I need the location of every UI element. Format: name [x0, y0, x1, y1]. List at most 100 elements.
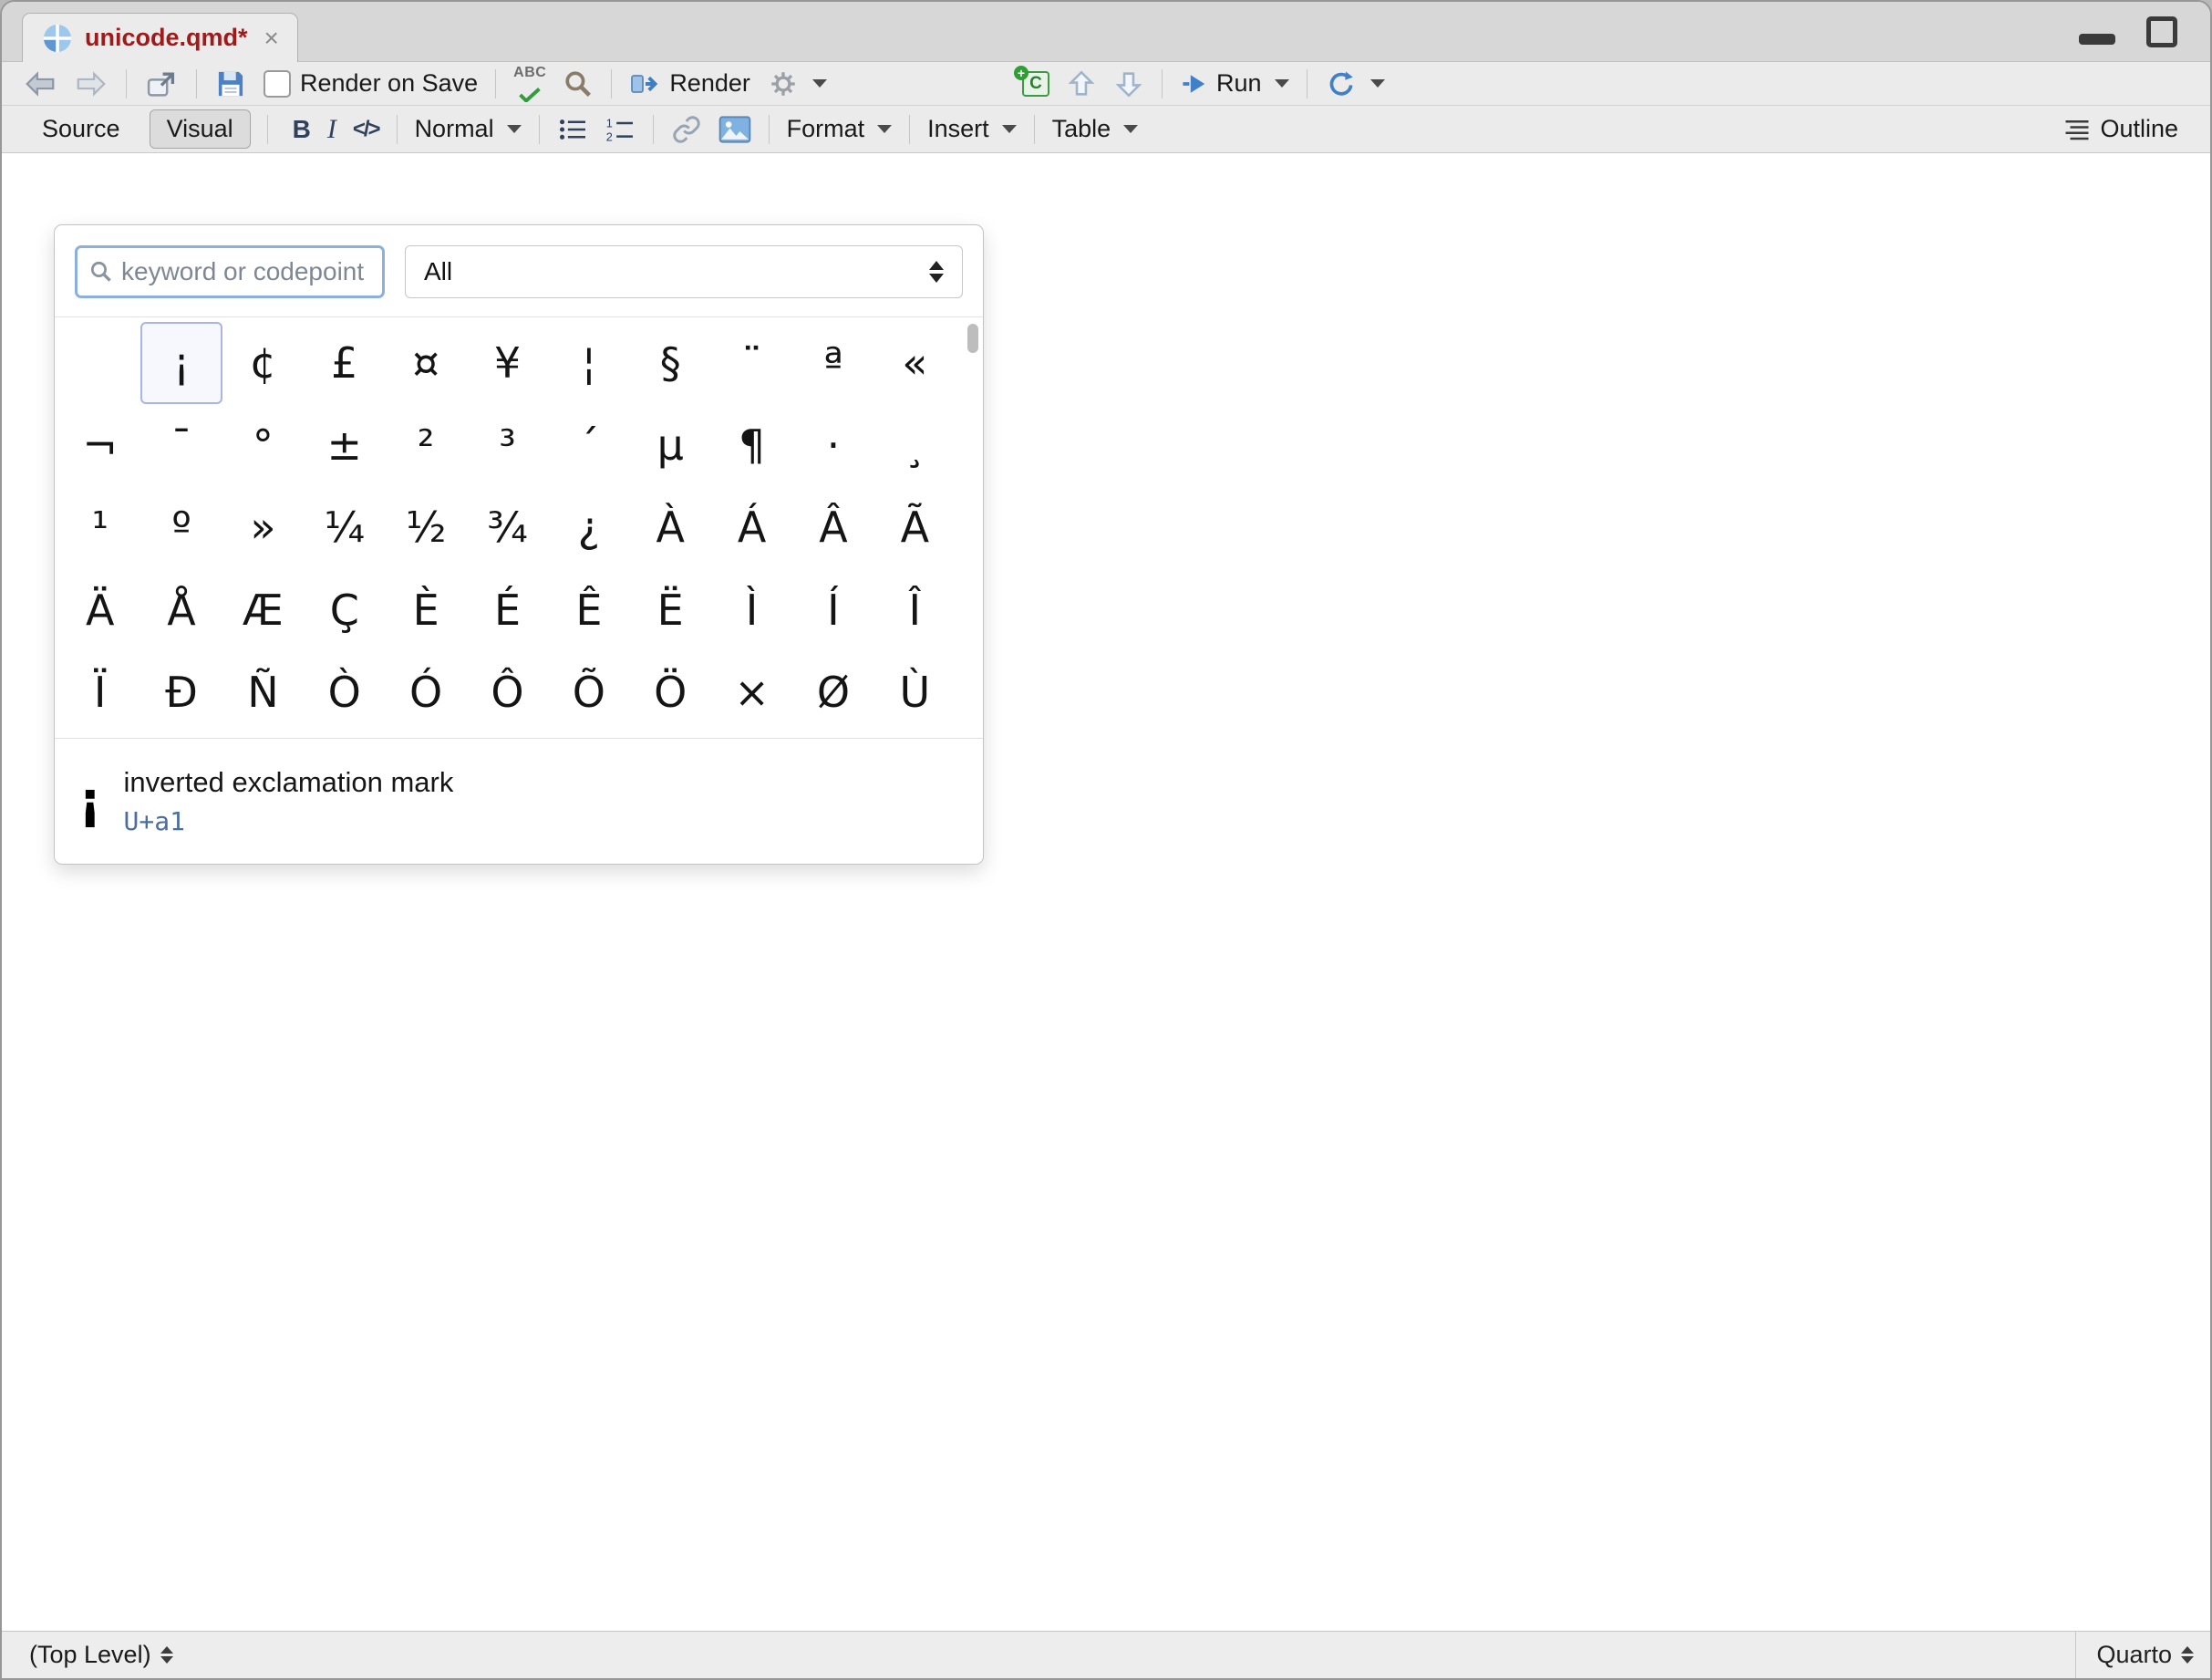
grid-scrollbar[interactable] — [967, 321, 978, 734]
forward-icon[interactable] — [66, 66, 117, 102]
code-button[interactable]: </> — [345, 113, 388, 146]
symbol-cell[interactable]: Á — [711, 486, 792, 568]
link-icon[interactable] — [663, 111, 710, 148]
symbol-cell[interactable]: Ö — [630, 651, 711, 733]
symbol-cell[interactable]: Ñ — [222, 651, 304, 733]
symbol-cell[interactable]: × — [711, 651, 792, 733]
run-button[interactable]: Run — [1172, 66, 1297, 101]
symbol-cell[interactable]: Ò — [304, 651, 385, 733]
document-format-selector[interactable]: Quarto — [2075, 1632, 2210, 1678]
symbol-cell[interactable]: ² — [385, 404, 466, 486]
symbol-cell[interactable]: Ô — [467, 651, 548, 733]
symbol-cell[interactable]: Â — [792, 486, 873, 568]
bold-button[interactable]: B — [284, 111, 319, 148]
format-menu[interactable]: Format — [779, 111, 901, 147]
symbol-cell[interactable]: » — [222, 486, 304, 568]
symbol-cell[interactable]: Ì — [711, 569, 792, 651]
symbol-cell[interactable]: ¯ — [140, 404, 222, 486]
symbol-cell[interactable]: · — [792, 404, 873, 486]
run-previous-chunks-icon[interactable] — [1058, 65, 1105, 103]
symbol-cell[interactable]: Î — [874, 569, 956, 651]
format-menu-label: Format — [787, 115, 865, 143]
symbol-cell[interactable]: ¾ — [467, 486, 548, 568]
symbol-cell[interactable]: ¶ — [711, 404, 792, 486]
symbol-cell[interactable]: ± — [304, 404, 385, 486]
close-tab-icon[interactable]: × — [264, 26, 279, 51]
symbol-cell[interactable]: £ — [304, 322, 385, 404]
bulleted-list-icon[interactable] — [549, 113, 596, 146]
symbol-cell[interactable]: Ä — [59, 569, 140, 651]
render-options-button[interactable] — [759, 64, 835, 104]
back-icon[interactable] — [15, 66, 66, 102]
outline-toggle-button[interactable]: Outline — [2055, 111, 2186, 147]
table-menu[interactable]: Table — [1044, 111, 1147, 147]
symbol-cell[interactable]: Ï — [59, 651, 140, 733]
symbol-cell[interactable]: ¹ — [59, 486, 140, 568]
visual-editor-canvas[interactable]: All ¡¢£¤¥¦§¨ª« ¬¯°±²³´µ¶·¸ ¹º»¼½¾¿ÀÁÂÃ ÄÅÆÇ… — [2, 153, 2210, 1631]
symbol-cell[interactable]: ° — [222, 404, 304, 486]
separator — [397, 115, 398, 144]
up-down-icon — [160, 1646, 173, 1664]
symbol-cell[interactable]: Ó — [385, 651, 466, 733]
symbol-cell[interactable]: ¬ — [59, 404, 140, 486]
symbol-cell[interactable]: º — [140, 486, 222, 568]
symbol-cell[interactable]: É — [467, 569, 548, 651]
symbol-search-input[interactable] — [121, 257, 371, 286]
scope-label: (Top Level) — [29, 1641, 151, 1669]
symbol-cell[interactable]: Ë — [630, 569, 711, 651]
symbol-cell[interactable]: Ê — [548, 569, 629, 651]
symbol-cell[interactable]: Õ — [548, 651, 629, 733]
symbol-cell[interactable]: ¡ — [140, 322, 222, 404]
maximize-icon[interactable] — [2146, 16, 2177, 47]
symbol-cell[interactable]: ´ — [548, 404, 629, 486]
symbol-cell[interactable]: ¥ — [467, 322, 548, 404]
search-in-document-icon[interactable] — [554, 65, 602, 103]
insert-menu[interactable]: Insert — [919, 111, 1025, 147]
symbol-cell[interactable]: Ø — [792, 651, 873, 733]
symbol-cell[interactable]: È — [385, 569, 466, 651]
symbol-cell[interactable]: ¢ — [222, 322, 304, 404]
spellcheck-icon[interactable]: ABC — [505, 62, 554, 106]
document-format-label: Quarto — [2096, 1641, 2172, 1669]
insert-chunk-icon[interactable]: C + — [1014, 67, 1058, 100]
symbol-cell[interactable]: Í — [792, 569, 873, 651]
save-icon[interactable] — [206, 64, 255, 104]
numbered-list-icon[interactable]: 1 2 — [596, 113, 644, 146]
symbol-cell[interactable]: Ã — [874, 486, 956, 568]
symbol-cell[interactable]: µ — [630, 404, 711, 486]
minimize-icon[interactable] — [2079, 34, 2115, 45]
symbol-cell[interactable]: Æ — [222, 569, 304, 651]
symbol-cell[interactable]: À — [630, 486, 711, 568]
symbol-cell[interactable]: ¦ — [548, 322, 629, 404]
visual-mode-button[interactable]: Visual — [150, 109, 251, 149]
run-next-chunk-icon[interactable] — [1105, 65, 1153, 103]
image-icon[interactable] — [710, 112, 760, 147]
symbol-cell[interactable]: Ù — [874, 651, 956, 733]
symbol-cell[interactable]: ½ — [385, 486, 466, 568]
grid-scrollbar-thumb[interactable] — [967, 324, 978, 353]
category-select[interactable]: All — [405, 245, 963, 298]
symbol-cell[interactable]: ¼ — [304, 486, 385, 568]
symbol-cell[interactable]: ¤ — [385, 322, 466, 404]
document-tab[interactable]: unicode.qmd* × — [22, 13, 298, 62]
symbol-cell[interactable]: ª — [792, 322, 873, 404]
source-mode-button[interactable]: Source — [26, 110, 137, 148]
symbol-cell[interactable]: ³ — [467, 404, 548, 486]
symbol-cell[interactable]: ¸ — [874, 404, 956, 486]
symbol-cell[interactable]: Å — [140, 569, 222, 651]
scope-selector[interactable]: (Top Level) — [2, 1637, 181, 1673]
symbol-cell[interactable]: ¿ — [548, 486, 629, 568]
symbol-cell[interactable]: « — [874, 322, 956, 404]
symbol-cell[interactable] — [59, 322, 140, 404]
symbol-cell[interactable]: Ð — [140, 651, 222, 733]
symbol-cell[interactable]: Ç — [304, 569, 385, 651]
render-button[interactable]: Render — [621, 66, 759, 101]
open-in-new-window-icon[interactable] — [136, 65, 187, 103]
symbol-cell[interactable]: ¨ — [711, 322, 792, 404]
rerun-icon[interactable] — [1317, 65, 1393, 103]
render-on-save-checkbox[interactable] — [264, 70, 291, 98]
italic-button[interactable]: I — [319, 110, 345, 149]
paragraph-style-dropdown[interactable]: Normal — [407, 111, 530, 147]
preview-name: inverted exclamation mark — [124, 766, 454, 799]
symbol-cell[interactable]: § — [630, 322, 711, 404]
